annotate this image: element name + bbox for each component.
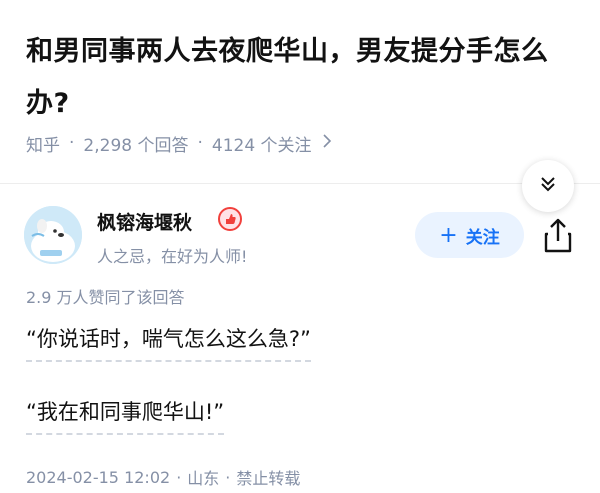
answer-date: 2024-02-15 12:02	[26, 467, 171, 487]
meta-separator: ·	[176, 467, 182, 487]
meta-separator: ·	[197, 133, 203, 153]
question-title[interactable]: 和男同事两人去夜爬华山，男友提分手怎么办?	[26, 26, 586, 130]
author-name[interactable]: 枫镕海堰秋	[97, 208, 192, 235]
creator-badge-icon	[218, 207, 242, 231]
answer-paragraph: “你说话时，喘气怎么这么急?”	[26, 324, 311, 362]
source-label: 知乎	[26, 135, 60, 156]
avatar[interactable]	[24, 206, 82, 264]
plus-icon: +	[439, 222, 458, 248]
copyright-notice: 禁止转载	[236, 469, 301, 488]
divider	[0, 183, 600, 184]
double-chevron-down-icon	[539, 175, 557, 197]
author-bio: 人之忌，在好为人师!	[97, 247, 248, 266]
answer-count: 2,298 个回答	[83, 135, 189, 156]
chevron-right-icon	[322, 134, 332, 152]
answer-location: 山东	[187, 469, 220, 488]
question-meta[interactable]: 知乎 · 2,298 个回答 · 4124 个关注	[26, 130, 332, 156]
meta-separator: ·	[225, 467, 231, 487]
answer-paragraph: “我在和同事爬华山!”	[26, 397, 225, 435]
answer-meta: 2024-02-15 12:02 · 山东 · 禁止转载	[26, 465, 300, 489]
follow-button[interactable]: + 关注	[415, 212, 524, 258]
share-icon	[540, 218, 576, 260]
follower-count: 4124 个关注	[211, 135, 312, 156]
vote-count: 2.9 万人赞同了该回答	[26, 288, 185, 307]
follow-label: 关注	[465, 227, 500, 248]
share-button[interactable]	[540, 216, 576, 256]
collapse-button[interactable]	[522, 160, 574, 212]
meta-separator: ·	[69, 133, 75, 153]
